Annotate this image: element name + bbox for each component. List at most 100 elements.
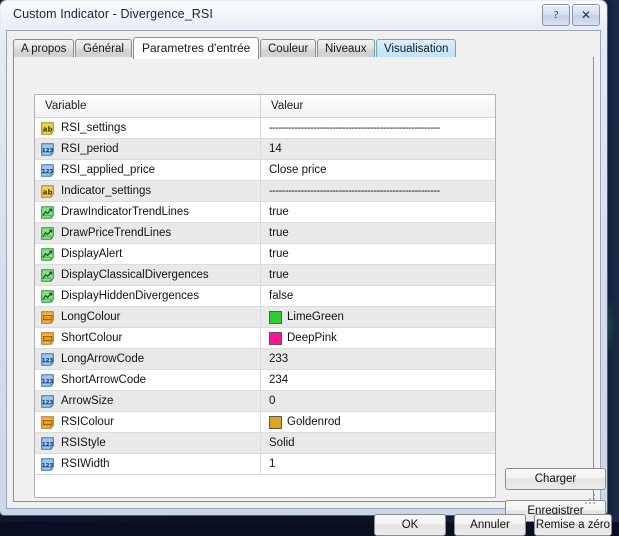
table-row[interactable]: DisplayHiddenDivergences false bbox=[35, 286, 495, 307]
bool-icon bbox=[41, 269, 55, 282]
tab-parametres-d-entr-e[interactable]: Parametres d'entrée bbox=[133, 37, 259, 59]
color-icon bbox=[41, 332, 55, 345]
parameter-value-cell[interactable]: 1 bbox=[261, 454, 495, 474]
tab-page-parametres-entree: Variable Valeur abRSI_settings----------… bbox=[13, 57, 594, 502]
grid-header-variable: Variable bbox=[35, 95, 261, 117]
parameter-value-cell[interactable]: 14 bbox=[261, 139, 495, 159]
parameter-value-label: LimeGreen bbox=[287, 311, 344, 323]
bool-icon bbox=[41, 248, 55, 261]
parameter-name-label: RSI_period bbox=[61, 143, 119, 155]
parameter-value-cell[interactable]: Solid bbox=[261, 433, 495, 453]
svg-text:123: 123 bbox=[42, 379, 54, 385]
tab-visualisation[interactable]: Visualisation bbox=[376, 39, 456, 58]
table-row[interactable]: LongColourLimeGreen bbox=[35, 307, 495, 328]
number-icon: 123 bbox=[41, 353, 55, 366]
parameter-name-cell: DisplayClassicalDivergences bbox=[35, 265, 261, 285]
annuler-button[interactable]: Annuler bbox=[454, 514, 526, 536]
table-row[interactable]: ab Indicator_settings --------------------… bbox=[35, 181, 495, 202]
charger-button[interactable]: Charger bbox=[505, 468, 606, 490]
parameters-grid[interactable]: Variable Valeur abRSI_settings----------… bbox=[34, 94, 496, 498]
color-swatch bbox=[269, 311, 282, 324]
parameter-name-label: LongArrowCode bbox=[61, 353, 144, 365]
tab-a-propos[interactable]: A propos bbox=[13, 39, 74, 58]
table-row[interactable]: DrawPriceTrendLinestrue bbox=[35, 223, 495, 244]
parameter-name-label: RSIStyle bbox=[61, 437, 106, 449]
parameter-value-cell[interactable]: LimeGreen bbox=[261, 307, 495, 327]
parameter-name-label: ArrowSize bbox=[61, 395, 113, 407]
parameter-value-label: true bbox=[269, 206, 289, 218]
parameter-value-cell[interactable]: true bbox=[261, 244, 495, 264]
parameter-value-cell[interactable]: Goldenrod bbox=[261, 412, 495, 432]
parameter-value-cell[interactable]: true bbox=[261, 265, 495, 285]
close-icon[interactable]: ✕ bbox=[572, 4, 600, 26]
table-row[interactable]: 123 RSIWidth 1 bbox=[35, 454, 495, 475]
parameter-value-cell[interactable]: ----------------------------------------… bbox=[261, 181, 495, 201]
parameter-value-cell[interactable]: 0 bbox=[261, 391, 495, 411]
parameter-value-cell[interactable]: true bbox=[261, 223, 495, 243]
parameter-value-cell[interactable]: ----------------------------------------… bbox=[261, 118, 495, 138]
caption-buttons: ? ✕ bbox=[542, 4, 600, 26]
table-row[interactable]: RSIColour Goldenrod bbox=[35, 412, 495, 433]
table-row[interactable]: 123RSI_applied_priceClose price bbox=[35, 160, 495, 181]
table-row[interactable]: 123RSIStyleSolid bbox=[35, 433, 495, 454]
string-icon: ab bbox=[41, 185, 55, 198]
parameter-name-label: DisplayClassicalDivergences bbox=[61, 269, 209, 281]
table-row[interactable]: DisplayClassicalDivergences true bbox=[35, 265, 495, 286]
parameter-value-label: true bbox=[269, 269, 289, 281]
parameter-value-cell[interactable]: DeepPink bbox=[261, 328, 495, 348]
table-row[interactable]: 123ShortArrowCode234 bbox=[35, 370, 495, 391]
parameter-name-cell: DisplayHiddenDivergences bbox=[35, 286, 261, 306]
parameter-value-cell[interactable]: 234 bbox=[261, 370, 495, 390]
parameter-value-cell[interactable]: true bbox=[261, 202, 495, 222]
grid-header-row: Variable Valeur bbox=[35, 95, 495, 118]
grid-header-valeur: Valeur bbox=[261, 95, 495, 117]
color-swatch bbox=[269, 332, 282, 345]
bool-icon bbox=[41, 206, 55, 219]
tab-label: Niveaux bbox=[325, 43, 367, 55]
table-row[interactable]: DisplayAlerttrue bbox=[35, 244, 495, 265]
parameter-value-label: ----------------------------------------… bbox=[269, 122, 495, 134]
parameter-name-label: Indicator_settings bbox=[61, 185, 151, 197]
parameter-name-label: DrawIndicatorTrendLines bbox=[61, 206, 189, 218]
parameter-value-cell[interactable]: 233 bbox=[261, 349, 495, 369]
parameter-value-label: false bbox=[269, 290, 293, 302]
tab-label: Général bbox=[83, 43, 124, 55]
tab-label: A propos bbox=[21, 43, 66, 55]
table-row[interactable]: 123 RSI_period 14 bbox=[35, 139, 495, 160]
table-row[interactable]: abRSI_settings--------------------------… bbox=[35, 118, 495, 139]
svg-text:123: 123 bbox=[42, 358, 54, 364]
bool-icon bbox=[41, 290, 55, 303]
color-icon bbox=[41, 311, 55, 324]
parameter-value-label: 0 bbox=[269, 395, 275, 407]
number-icon: 123 bbox=[41, 374, 55, 387]
parameter-value-label: Solid bbox=[269, 437, 295, 449]
parameter-name-label: RSIWidth bbox=[61, 458, 110, 470]
parameter-name-cell: ab Indicator_settings bbox=[35, 181, 261, 201]
table-row[interactable]: DrawIndicatorTrendLines true bbox=[35, 202, 495, 223]
parameter-name-label: RSIColour bbox=[61, 416, 114, 428]
title-bar[interactable]: Custom Indicator - Divergence_RSI ? ✕ bbox=[1, 1, 606, 31]
number-icon: 123 bbox=[41, 395, 55, 408]
table-row[interactable]: 123 LongArrowCode 233 bbox=[35, 349, 495, 370]
svg-text:123: 123 bbox=[42, 463, 54, 469]
resize-grip-icon[interactable] bbox=[585, 494, 597, 506]
number-icon: 123 bbox=[41, 458, 55, 471]
tab-couleur[interactable]: Couleur bbox=[260, 39, 316, 58]
parameter-name-cell: 123 RSIWidth bbox=[35, 454, 261, 474]
tab-g-n-ral[interactable]: Général bbox=[75, 39, 132, 58]
table-row[interactable]: 123 ArrowSize 0 bbox=[35, 391, 495, 412]
remise-a-zero-button[interactable]: Remise a zéro bbox=[534, 514, 612, 536]
help-icon[interactable]: ? bbox=[542, 4, 570, 26]
window-title: Custom Indicator - Divergence_RSI bbox=[13, 7, 213, 21]
tab-niveaux[interactable]: Niveaux bbox=[317, 39, 375, 58]
parameter-value-cell[interactable]: false bbox=[261, 286, 495, 306]
grid-body: abRSI_settings--------------------------… bbox=[35, 118, 495, 475]
parameter-name-label: ShortColour bbox=[61, 332, 122, 344]
table-row[interactable]: ShortColour DeepPink bbox=[35, 328, 495, 349]
number-icon: 123 bbox=[41, 164, 55, 177]
ok-button[interactable]: OK bbox=[374, 514, 446, 536]
parameter-value-cell[interactable]: Close price bbox=[261, 160, 495, 180]
tab-label: Parametres d'entrée bbox=[142, 41, 250, 55]
parameter-name-cell: DisplayAlert bbox=[35, 244, 261, 264]
number-icon: 123 bbox=[41, 143, 55, 156]
